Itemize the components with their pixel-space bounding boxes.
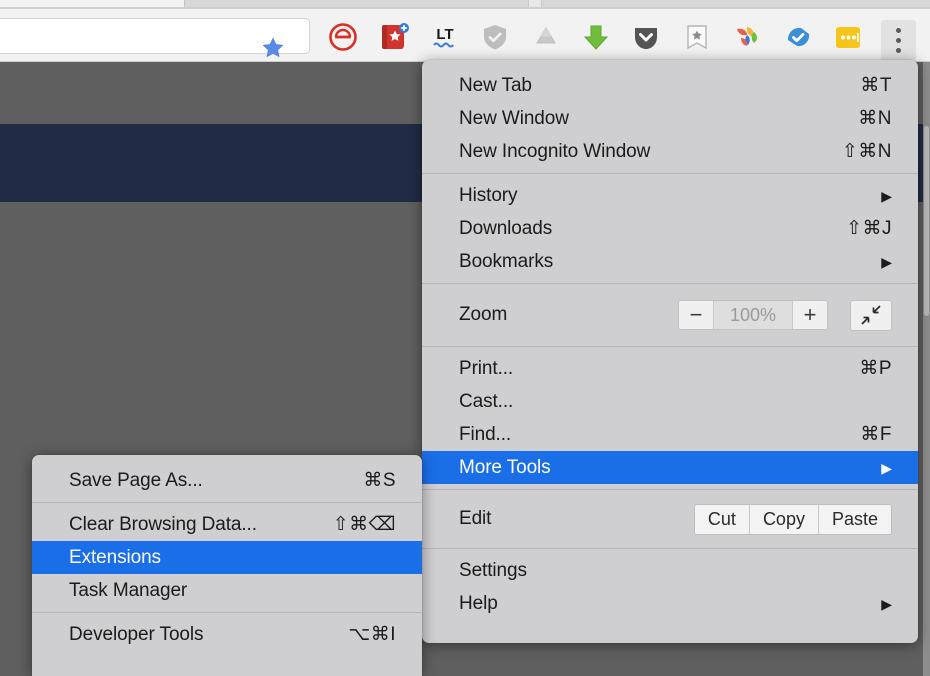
bookmark-star-icon[interactable] (680, 22, 714, 52)
chrome-main-menu: New Tab ⌘T New Window ⌘N New Incognito W… (422, 60, 918, 643)
menu-item-label: Task Manager (69, 579, 188, 601)
star-filled-icon[interactable] (261, 36, 285, 60)
submenu-item-task-manager[interactable]: Task Manager (32, 574, 422, 607)
browser-window: LT New Tab ⌘T New Window ⌘N New Incognit… (0, 0, 930, 676)
menu-separator (422, 346, 918, 347)
zoom-control-group: − 100% + (678, 300, 828, 330)
menu-item-label: Settings (459, 559, 527, 581)
download-arrow-icon[interactable] (579, 22, 613, 52)
more-tools-submenu: Save Page As... ⌘S Clear Browsing Data..… (32, 455, 422, 676)
submenu-item-extensions[interactable]: Extensions (32, 541, 422, 574)
zoom-in-button[interactable]: + (793, 301, 827, 329)
edit-control-group: Cut Copy Paste (693, 503, 892, 535)
menu-item-label: Extensions (69, 546, 161, 568)
menu-item-more-tools[interactable]: More Tools ▶ (422, 451, 918, 484)
menu-item-print[interactable]: Print... ⌘P (422, 352, 918, 385)
address-bar[interactable] (0, 18, 310, 58)
menu-item-label: Save Page As... (69, 469, 203, 491)
browser-toolbar: LT (0, 9, 930, 62)
tab-strip (0, 0, 930, 9)
chevron-right-icon: ▶ (881, 253, 892, 270)
lastpass-icon[interactable] (831, 22, 865, 52)
menu-item-new-tab[interactable]: New Tab ⌘T (422, 69, 918, 102)
menu-item-cast[interactable]: Cast... (422, 385, 918, 418)
pocket-icon[interactable] (629, 22, 663, 52)
evernote-icon[interactable] (730, 22, 764, 52)
menu-item-accelerator: ⇧⌘J (846, 218, 892, 239)
paste-button[interactable]: Paste (818, 504, 891, 534)
menu-item-help[interactable]: Help ▶ (422, 587, 918, 620)
menu-item-bookmarks[interactable]: Bookmarks ▶ (422, 245, 918, 278)
pinterest-save-icon[interactable] (377, 22, 411, 52)
chevron-right-icon: ▶ (881, 187, 892, 204)
page-scrollbar[interactable] (923, 62, 930, 676)
adblock-icon[interactable] (326, 22, 360, 52)
menu-item-label: Clear Browsing Data... (69, 513, 257, 535)
menu-item-accelerator: ⌘F (860, 424, 892, 445)
menu-separator (422, 548, 918, 549)
zoom-out-button[interactable]: − (679, 301, 713, 329)
menu-item-label: Bookmarks (459, 250, 554, 272)
menu-item-accelerator: ⇧⌘⌫ (332, 514, 396, 535)
menu-item-accelerator: ⌘P (859, 358, 892, 379)
languagetool-icon[interactable]: LT (428, 22, 462, 52)
copy-button[interactable]: Copy (749, 504, 819, 534)
submenu-item-clear-browsing-data[interactable]: Clear Browsing Data... ⇧⌘⌫ (32, 508, 422, 541)
menu-item-accelerator: ⌘N (858, 108, 892, 129)
chevron-right-icon: ▶ (881, 595, 892, 612)
menu-item-label: Print... (459, 357, 514, 379)
submenu-item-developer-tools[interactable]: Developer Tools ⌥⌘I (32, 618, 422, 651)
zoom-level-value: 100% (713, 301, 793, 329)
address-bar-input[interactable] (0, 25, 249, 47)
menu-item-label: Developer Tools (69, 623, 204, 645)
menu-item-label: Find... (459, 423, 512, 445)
chevron-right-icon: ▶ (881, 459, 892, 476)
menu-separator (32, 502, 422, 503)
menu-separator (422, 173, 918, 174)
menu-item-new-window[interactable]: New Window ⌘N (422, 102, 918, 135)
menu-item-label: New Incognito Window (459, 140, 651, 162)
fullscreen-icon[interactable] (850, 299, 892, 331)
google-drive-icon[interactable] (529, 22, 563, 52)
shield-check-icon[interactable] (478, 22, 512, 52)
menu-item-accelerator: ⇧⌘N (841, 141, 892, 162)
menu-item-accelerator: ⌥⌘I (348, 624, 396, 645)
menu-item-find[interactable]: Find... ⌘F (422, 418, 918, 451)
menu-item-accelerator: ⌘T (860, 75, 892, 96)
menu-item-accelerator: ⌘S (363, 470, 396, 491)
menu-item-history[interactable]: History ▶ (422, 179, 918, 212)
menu-item-label: Downloads (459, 217, 553, 239)
menu-item-label: New Tab (459, 74, 532, 96)
page-scrollbar-thumb[interactable] (924, 126, 929, 316)
menu-item-label: History (459, 184, 518, 206)
menu-item-new-incognito-window[interactable]: New Incognito Window ⇧⌘N (422, 135, 918, 168)
cut-button[interactable]: Cut (694, 504, 750, 534)
chrome-menu-button[interactable] (881, 20, 916, 61)
menu-item-label: Edit (459, 508, 492, 529)
submenu-item-save-page-as[interactable]: Save Page As... ⌘S (32, 464, 422, 497)
menu-item-label: New Window (459, 107, 569, 129)
menu-item-edit: Edit Cut Copy Paste (422, 495, 918, 543)
menu-item-label: Cast... (459, 390, 514, 412)
menu-separator (32, 612, 422, 613)
menu-item-label: More Tools (459, 456, 551, 478)
menu-item-downloads[interactable]: Downloads ⇧⌘J (422, 212, 918, 245)
menu-item-settings[interactable]: Settings (422, 554, 918, 587)
svg-text:LT: LT (436, 26, 453, 43)
menu-item-zoom: Zoom − 100% + (422, 289, 918, 341)
menu-separator (422, 283, 918, 284)
grammarly-icon[interactable] (781, 22, 815, 52)
menu-item-label: Help (459, 592, 498, 614)
menu-separator (422, 489, 918, 490)
menu-item-label: Zoom (459, 304, 508, 325)
